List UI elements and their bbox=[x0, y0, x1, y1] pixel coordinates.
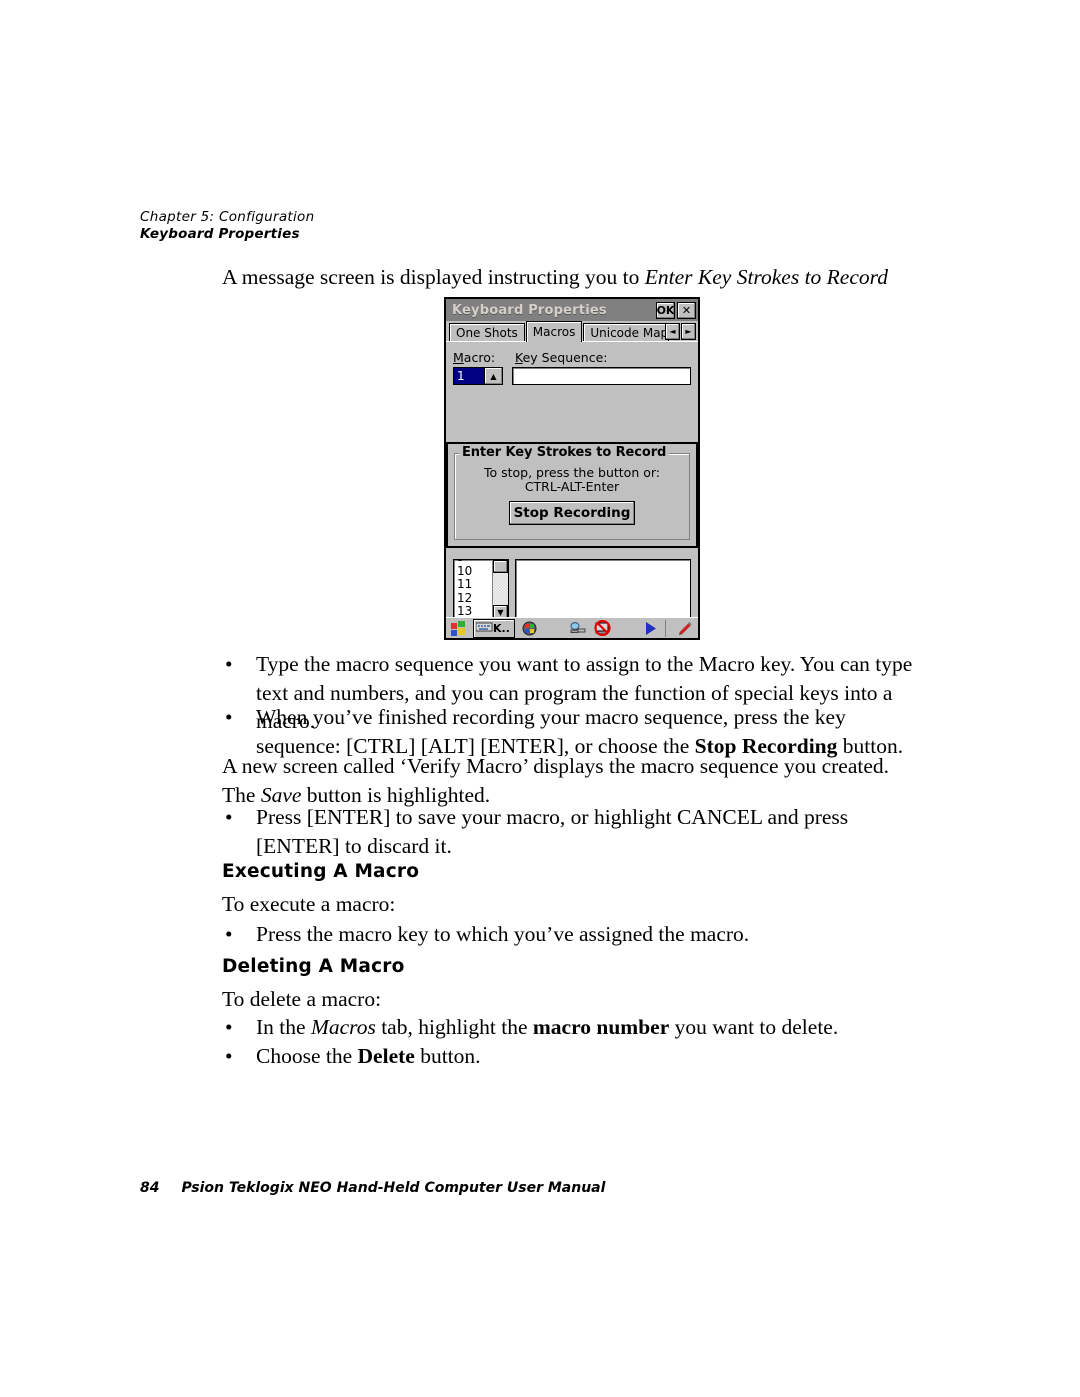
macro-sequence-display[interactable] bbox=[515, 559, 691, 621]
bullet-text: Press the macro key to which you’ve assi… bbox=[256, 922, 750, 946]
tab-scroll-right-icon[interactable]: ► bbox=[681, 323, 696, 340]
modal-group-title: Enter Key Strokes to Record bbox=[459, 445, 670, 460]
b5b: tab, highlight the bbox=[375, 1015, 533, 1039]
bullet-line-1: Press [ENTER] to save your macro, or hig… bbox=[256, 805, 849, 858]
stop-recording-button[interactable]: Stop Recording bbox=[509, 501, 635, 525]
bullet-marker: • bbox=[225, 1015, 233, 1039]
b5-macros-italic: Macros bbox=[310, 1015, 376, 1039]
modal-groupbox: Enter Key Strokes to Record To stop, pre… bbox=[454, 445, 690, 540]
modal-message-line2: CTRL-ALT-Enter bbox=[524, 479, 620, 494]
bullet-marker: • bbox=[225, 652, 233, 676]
bullet-highlight-macro-number: • In the Macros tab, highlight the macro… bbox=[222, 1013, 942, 1042]
taskbar-task-label: K.. bbox=[493, 621, 510, 635]
deleting-intro: To delete a macro: bbox=[222, 987, 382, 1011]
macro-number-stepper[interactable]: 1 ▲ bbox=[453, 367, 503, 385]
tab-macros[interactable]: Macros bbox=[525, 321, 583, 342]
stylus-pen-svg bbox=[678, 621, 692, 635]
executing-intro: To execute a macro: bbox=[222, 892, 396, 916]
field-labels-row: Macro: Key Sequence: bbox=[453, 350, 691, 365]
macro-label-accel: M bbox=[453, 350, 464, 365]
bullet-marker: • bbox=[225, 705, 233, 729]
bullet-marker: • bbox=[225, 1044, 233, 1068]
dialog-title: Keyboard Properties bbox=[452, 302, 607, 318]
color-wheel-icon[interactable] bbox=[520, 619, 540, 638]
bullet-marker: • bbox=[225, 922, 233, 946]
tab-strip: One Shots Macros Unicode Mapp ◄ ► bbox=[446, 321, 698, 342]
list-item[interactable]: 10 bbox=[457, 564, 492, 579]
running-head: Chapter 5: Configuration Keyboard Proper… bbox=[140, 209, 740, 243]
stylus-pen-icon[interactable] bbox=[675, 619, 695, 638]
bullet-marker: • bbox=[225, 805, 233, 829]
verify-macro-paragraph: A new screen called ‘Verify Macro’ displ… bbox=[222, 752, 912, 809]
windows-flag-svg bbox=[451, 620, 465, 636]
key-sequence-label: Key Sequence: bbox=[515, 350, 608, 365]
section-heading-deleting: Deleting A Macro bbox=[222, 956, 405, 977]
windows-flag-icon[interactable] bbox=[448, 619, 470, 638]
list-item[interactable]: 11 bbox=[457, 577, 492, 592]
key-sequence-label-accel: K bbox=[515, 350, 523, 365]
lead-paragraph-part1: A message screen is displayed instructin… bbox=[222, 265, 645, 289]
tab-unicode-mapping[interactable]: Unicode Mapp bbox=[583, 323, 670, 341]
bullet-text: In the Macros tab, highlight the macro n… bbox=[256, 1013, 838, 1042]
section-heading-executing: Executing A Macro bbox=[222, 861, 420, 882]
manual-title: Psion Teklogix NEO Hand-Held Computer Us… bbox=[181, 1180, 606, 1196]
taskbar-divider bbox=[665, 619, 667, 637]
taskbar-task-button[interactable]: K.. bbox=[473, 618, 515, 638]
bullet-line-2: discard it. bbox=[367, 833, 452, 858]
network-icon[interactable] bbox=[568, 619, 588, 638]
macro-label: Macro: bbox=[453, 350, 496, 365]
tab-nav: ◄ ► bbox=[664, 323, 696, 340]
macro-list-items: 9 10 11 12 13 bbox=[454, 560, 492, 620]
keyboard-icon bbox=[475, 621, 493, 635]
keyboard-properties-screenshot: Keyboard Properties OK ✕ One Shots Macro… bbox=[444, 297, 700, 640]
b6a: Choose the bbox=[256, 1044, 358, 1068]
macros-tab-panel: Macro: Key Sequence: 1 ▲ 9 10 11 12 13 bbox=[446, 342, 698, 638]
running-head-section: Keyboard Properties bbox=[140, 226, 300, 242]
dialog-titlebar: Keyboard Properties OK ✕ bbox=[446, 299, 698, 321]
no-connection-icon[interactable] bbox=[593, 619, 613, 638]
b5-macro-number-bold: macro number bbox=[532, 1015, 670, 1039]
macro-field-row: 1 ▲ bbox=[453, 367, 691, 385]
b6b: button. bbox=[414, 1044, 481, 1068]
page-footer: 84 Psion Teklogix NEO Hand-Held Computer … bbox=[140, 1180, 605, 1196]
no-connection-svg bbox=[594, 620, 611, 636]
tab-scroll-left-icon[interactable]: ◄ bbox=[665, 323, 680, 340]
bullet-choose-delete: • Choose the Delete button. bbox=[222, 1042, 922, 1071]
play-triangle-icon[interactable] bbox=[641, 619, 661, 638]
modal-message: To stop, press the button or: CTRL-ALT-E… bbox=[455, 466, 689, 494]
macro-number-listbox[interactable]: 9 10 11 12 13 ▼ bbox=[453, 559, 509, 621]
b6-delete-bold: Delete bbox=[357, 1044, 415, 1068]
list-scrollbar[interactable]: ▼ bbox=[492, 560, 508, 620]
b5c: you want to delete. bbox=[669, 1015, 839, 1039]
play-triangle-svg bbox=[646, 621, 657, 635]
b5a: In the bbox=[256, 1015, 311, 1039]
bullet-text: Press [ENTER] to save your macro, or hig… bbox=[256, 803, 922, 860]
lead-paragraph-emphasis: Enter Key Strokes to Record bbox=[644, 265, 888, 289]
modal-message-line1: To stop, press the button or: bbox=[483, 465, 661, 480]
scrollbar-thumb[interactable] bbox=[493, 560, 508, 573]
macro-list-row: 9 10 11 12 13 ▼ bbox=[453, 559, 691, 621]
page-number: 84 bbox=[140, 1180, 160, 1196]
bullet-press-macro-key: • Press the macro key to which you’ve as… bbox=[222, 920, 922, 949]
tab-one-shots[interactable]: One Shots bbox=[449, 323, 525, 341]
stepper-up-icon[interactable]: ▲ bbox=[484, 368, 502, 384]
network-svg bbox=[570, 622, 586, 633]
bullet-text: Choose the Delete button. bbox=[256, 1042, 481, 1071]
macro-number-value: 1 bbox=[454, 368, 484, 384]
running-head-chapter: Chapter 5: Configuration bbox=[140, 209, 315, 225]
keyboard-svg bbox=[475, 622, 493, 632]
close-icon[interactable]: ✕ bbox=[677, 301, 696, 319]
bullet-press-enter-save: • Press [ENTER] to save your macro, or h… bbox=[222, 803, 922, 860]
list-item[interactable]: 12 bbox=[457, 591, 492, 606]
key-sequence-input[interactable] bbox=[512, 367, 691, 385]
enter-key-strokes-modal: Enter Key Strokes to Record To stop, pre… bbox=[446, 442, 698, 548]
scrollbar-track[interactable] bbox=[493, 573, 508, 605]
color-wheel-svg bbox=[522, 621, 537, 635]
ok-button[interactable]: OK bbox=[656, 301, 675, 319]
taskbar: K.. bbox=[446, 617, 698, 638]
lead-paragraph: A message screen is displayed instructin… bbox=[222, 263, 922, 292]
